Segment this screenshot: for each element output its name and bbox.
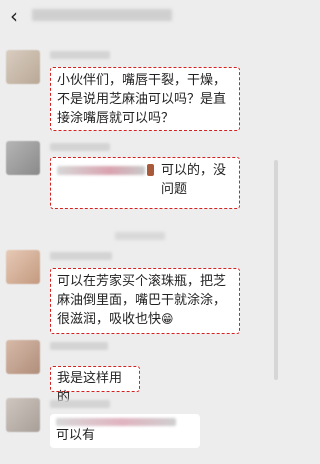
chat-title-blurred [32,9,172,21]
sender-name-blurred [50,143,110,151]
message-text: 可以在芳家买个滚珠瓶，把芝麻油倒里面，嘴巴干就涂涂，很滋润，吸收也快😁 [57,274,227,327]
message-bubble[interactable]: 可以在芳家买个滚珠瓶，把芝麻油倒里面，嘴巴干就涂涂，很滋润，吸收也快😁 [50,268,240,334]
scrollbar[interactable] [274,160,278,380]
avatar[interactable] [6,398,40,432]
sender-name-blurred [50,342,108,350]
message-bubble[interactable]: 可以有 [50,414,200,448]
quoted-text-blurred [56,418,176,426]
chat-header: ‹ [0,0,280,34]
message-bubble[interactable]: 我是这样用的 [50,366,140,405]
message-text: 可以有 [56,428,96,443]
message-bubble[interactable]: 小伙伴们，嘴唇干裂，干燥，不是说用芝麻油可以吗？是直接涂嘴唇就可以吗？ [50,67,240,131]
sender-name-blurred [50,400,110,408]
back-arrow-icon[interactable]: ‹ [10,6,18,26]
sticker-icon [147,164,154,176]
avatar[interactable] [6,250,40,284]
sender-name-blurred [50,51,110,59]
quoted-text-blurred [57,166,145,175]
message-bubble[interactable]: 可以的，没问题 [50,157,240,209]
avatar[interactable] [6,141,40,175]
message-text: 小伙伴们，嘴唇干裂，干燥，不是说用芝麻油可以吗？是直接涂嘴唇就可以吗？ [57,73,227,126]
avatar[interactable] [6,340,40,374]
sender-name-blurred [50,252,112,260]
avatar[interactable] [6,50,40,84]
timestamp-blurred [115,232,165,240]
grin-emoji-icon: 😁 [161,312,174,326]
